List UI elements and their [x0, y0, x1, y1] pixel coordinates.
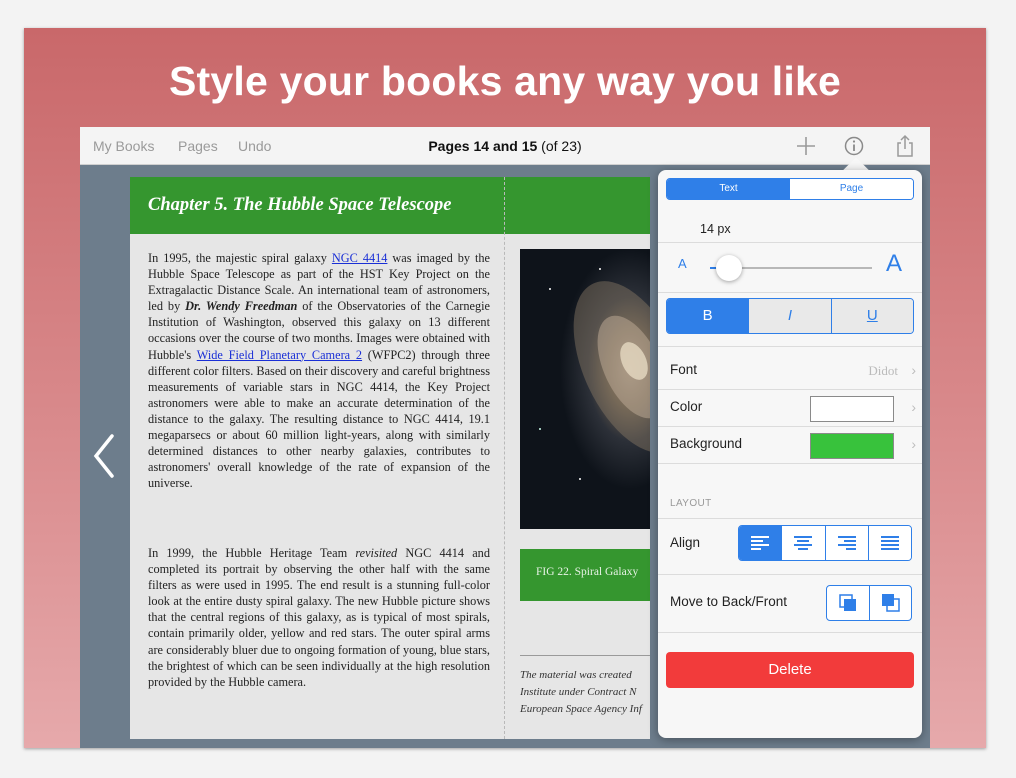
text-run: In 1999, the Hubble Heritage Team: [148, 546, 356, 560]
page-title-range: Pages 14 and 15: [428, 138, 538, 154]
text-run: In 1995, the majestic spiral galaxy: [148, 251, 332, 265]
separator: [658, 574, 922, 575]
credits-line-1: The material was created: [520, 669, 632, 681]
promo-frame: Style your books any way you like My Boo…: [24, 28, 986, 748]
font-row[interactable]: Font Didot ›: [658, 353, 922, 389]
chapter-header[interactable]: Chapter 5. The Hubble Space Telescope: [130, 177, 650, 234]
delete-button[interactable]: Delete: [666, 652, 914, 688]
align-left-icon: [751, 536, 769, 550]
separator: [658, 463, 922, 464]
text-run: NGC 4414 and completed its portrait by o…: [148, 546, 490, 689]
align-justify-button[interactable]: [867, 526, 911, 560]
tab-page[interactable]: Page: [790, 179, 913, 199]
small-text-icon: A: [678, 256, 687, 271]
body-paragraph-2[interactable]: In 1999, the Hubble Heritage Team revisi…: [148, 545, 490, 690]
font-size-value: 14 px: [700, 222, 731, 236]
send-back-icon: [839, 594, 856, 611]
background-label: Background: [670, 436, 743, 451]
tab-text[interactable]: Text: [667, 179, 790, 199]
order-buttons: [826, 585, 912, 621]
font-value: Didot: [868, 363, 898, 378]
align-right-icon: [837, 536, 856, 550]
text-run: (WFPC2) through three different color fi…: [148, 347, 490, 491]
font-size-slider-thumb[interactable]: [716, 255, 743, 281]
figure-caption-box[interactable]: FIG 22. Spiral Galaxy: [520, 549, 650, 601]
app-screen: My Books Pages Undo Pages 14 and 15 (of …: [80, 127, 930, 748]
move-back-front-label: Move to Back/Front: [670, 594, 788, 609]
italic-button[interactable]: I: [748, 299, 831, 333]
headline: Style your books any way you like: [169, 58, 841, 104]
page-title-count: (of 23): [537, 138, 582, 154]
chevron-right-icon: ›: [911, 436, 916, 452]
background-color-swatch[interactable]: [810, 433, 894, 459]
galaxy-spiral-icon: [539, 268, 650, 480]
body-paragraph-1[interactable]: In 1995, the majestic spiral galaxy NGC …: [148, 250, 490, 491]
credits-line-2: Institute under Contract N: [520, 686, 637, 698]
page-divider: [504, 177, 505, 739]
top-toolbar: My Books Pages Undo Pages 14 and 15 (of …: [80, 127, 930, 165]
separator: [658, 292, 922, 293]
previous-page-arrow-icon[interactable]: [90, 432, 120, 480]
inline-link[interactable]: Wide Field Planetary Camera 2: [197, 348, 362, 362]
book-spread: Chapter 5. The Hubble Space Telescope In…: [130, 177, 650, 739]
chevron-right-icon: ›: [911, 362, 916, 378]
credits-line-3: European Space Agency Inf: [520, 703, 642, 715]
credits-divider: [520, 655, 650, 656]
separator: [658, 518, 922, 519]
align-label: Align: [670, 535, 701, 550]
layout-section-header: LAYOUT: [670, 498, 712, 509]
color-label: Color: [670, 399, 703, 414]
bold-button[interactable]: B: [667, 299, 749, 333]
emphasis-text: Dr. Wendy Freedman: [185, 299, 298, 314]
figure-caption: FIG 22. Spiral Galaxy: [536, 566, 639, 578]
color-swatch[interactable]: [810, 396, 894, 422]
chapter-title: Chapter 5. The Hubble Space Telescope: [148, 195, 452, 215]
send-to-back-button[interactable]: [827, 586, 869, 620]
background-row[interactable]: Background ›: [658, 427, 922, 463]
separator: [658, 346, 922, 347]
align-right-button[interactable]: [824, 526, 868, 560]
inline-link[interactable]: NGC 4414: [332, 251, 388, 265]
font-label: Font: [670, 362, 698, 377]
align-left-button[interactable]: [739, 526, 782, 560]
text-page-segmented-control: Text Page: [666, 178, 914, 200]
font-size-slider-row: A A: [658, 242, 922, 292]
align-justify-icon: [880, 536, 899, 550]
share-icon[interactable]: [893, 134, 917, 158]
text-style-buttons: B I U: [666, 298, 914, 334]
bring-to-front-button[interactable]: [869, 586, 911, 620]
credits-text[interactable]: The material was created Institute under…: [520, 667, 650, 718]
align-center-button[interactable]: [781, 526, 825, 560]
large-text-icon: A: [886, 250, 903, 277]
plus-icon[interactable]: [794, 134, 818, 158]
style-popover: Text Page 14 px A A B I U Font Didot › C…: [658, 170, 922, 738]
align-center-icon: [794, 536, 813, 550]
align-buttons: [738, 525, 912, 561]
italic-text: revisited: [355, 546, 398, 560]
separator: [658, 632, 922, 633]
color-row[interactable]: Color ›: [658, 390, 922, 426]
chevron-right-icon: ›: [911, 399, 916, 415]
underline-button[interactable]: U: [830, 299, 913, 333]
galaxy-image[interactable]: [520, 249, 650, 529]
info-icon[interactable]: [842, 134, 866, 158]
bring-front-icon: [882, 594, 900, 612]
